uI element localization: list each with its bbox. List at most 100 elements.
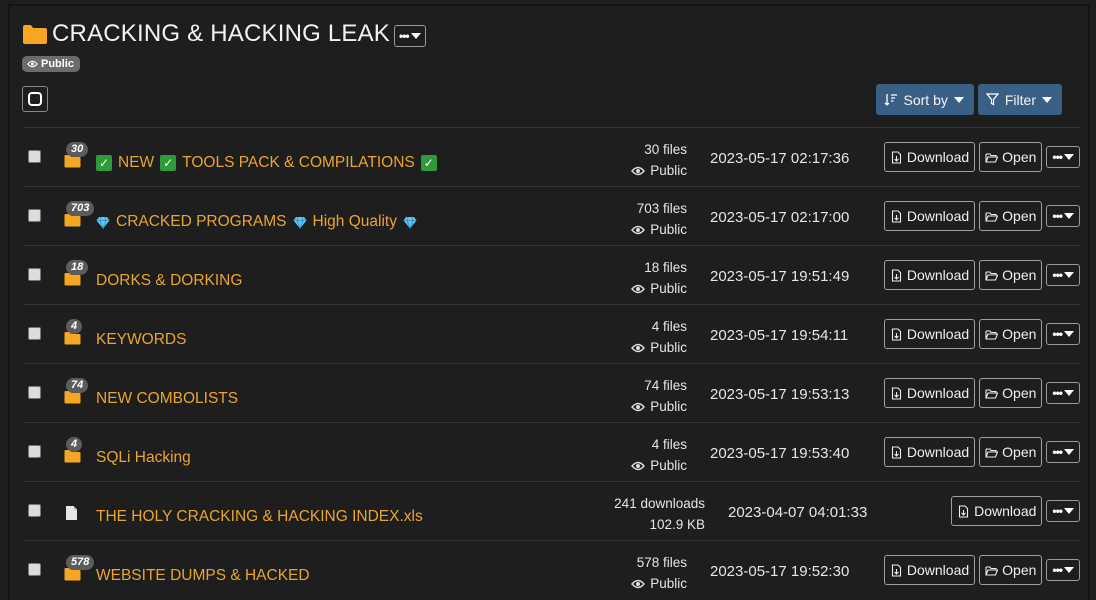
row-options-button[interactable]: ••• xyxy=(1046,500,1080,522)
item-count-badge: 578 xyxy=(66,555,95,570)
open-button[interactable]: Open xyxy=(979,201,1043,231)
filter-label: Filter xyxy=(1004,91,1036,108)
download-icon xyxy=(891,445,901,459)
download-icon xyxy=(891,209,901,223)
item-count-badge: 4 xyxy=(66,319,83,334)
row-checkbox[interactable] xyxy=(28,504,41,517)
item-meta: 74 files Public xyxy=(631,375,687,417)
file-count: 578 files xyxy=(636,555,687,570)
visibility-label: Public xyxy=(650,399,687,414)
caret-down-icon xyxy=(410,32,421,39)
open-button[interactable]: Open xyxy=(979,378,1043,408)
row-options-button[interactable]: ••• xyxy=(1046,559,1080,581)
row-checkbox[interactable] xyxy=(28,386,41,399)
row-actions: Download Open ••• xyxy=(883,319,1080,349)
filter-icon xyxy=(985,93,999,106)
download-label: Download xyxy=(906,208,970,224)
item-count-badge: 703 xyxy=(66,201,95,216)
folder-open-icon xyxy=(985,447,999,458)
item-meta: 241 downloads 102.9 KB xyxy=(614,493,705,535)
file-count: 4 files xyxy=(651,437,687,452)
check-mark-icon: ✓ xyxy=(96,155,112,171)
folder-link[interactable]: WEBSITE DUMPS & HACKED xyxy=(96,567,310,585)
row-checkbox[interactable] xyxy=(28,445,41,458)
row-actions: Download Open ••• xyxy=(883,142,1080,172)
row-options-button[interactable]: ••• xyxy=(1046,264,1080,286)
folder-options-button[interactable]: ••• xyxy=(394,24,426,47)
eye-icon xyxy=(27,60,38,68)
folder-open-icon xyxy=(985,565,999,576)
item-count-badge: 4 xyxy=(66,437,83,452)
open-button[interactable]: Open xyxy=(979,142,1043,172)
filter-button[interactable]: Filter xyxy=(977,84,1062,115)
row-checkbox[interactable] xyxy=(28,209,41,222)
download-icon xyxy=(959,504,969,518)
visibility: Public xyxy=(631,278,687,299)
folder-open-icon xyxy=(985,329,999,340)
download-label: Download xyxy=(906,326,970,342)
item-meta: 4 files Public xyxy=(631,316,687,358)
checkbox-square-icon xyxy=(28,92,42,106)
item-list: 30 ✓ NEW ✓ TOOLS PACK & COMPILATIONS ✓ 3… xyxy=(24,127,1080,599)
file-link[interactable]: THE HOLY CRACKING & HACKING INDEX.xls xyxy=(96,508,423,526)
more-icon: ••• xyxy=(1052,268,1063,282)
list-item: 703 CRACKED PROGRAMS High Quality 703 fi… xyxy=(24,186,1080,245)
row-options-button[interactable]: ••• xyxy=(1046,382,1080,404)
open-button[interactable]: Open xyxy=(979,437,1043,467)
row-checkbox[interactable] xyxy=(28,268,41,281)
row-options-button[interactable]: ••• xyxy=(1046,205,1080,227)
download-button[interactable]: Download xyxy=(883,260,976,290)
visibility-label: Public xyxy=(650,281,687,296)
caret-down-icon xyxy=(953,96,964,103)
open-button[interactable]: Open xyxy=(979,319,1043,349)
download-button[interactable]: Download xyxy=(883,319,976,349)
eye-icon xyxy=(631,225,646,234)
open-label: Open xyxy=(1002,385,1037,401)
row-options-button[interactable]: ••• xyxy=(1046,441,1080,463)
folder-open-icon xyxy=(985,270,999,281)
list-item: 18 DORKS & DORKING 18 files Public 2023-… xyxy=(24,245,1080,304)
open-button[interactable]: Open xyxy=(979,260,1043,290)
download-button[interactable]: Download xyxy=(883,378,976,408)
visibility-label: Public xyxy=(650,340,687,355)
folder-link[interactable]: SQLi Hacking xyxy=(96,449,191,467)
visibility: Public xyxy=(631,219,687,240)
item-date: 2023-05-17 19:53:13 xyxy=(710,386,850,403)
download-button[interactable]: Download xyxy=(883,201,976,231)
download-button[interactable]: Download xyxy=(951,496,1043,526)
folder-link[interactable]: KEYWORDS xyxy=(96,331,186,349)
check-mark-icon: ✓ xyxy=(420,155,437,171)
row-checkbox[interactable] xyxy=(28,150,41,163)
row-checkbox[interactable] xyxy=(28,563,41,576)
download-button[interactable]: Download xyxy=(883,555,976,585)
folder-link[interactable]: DORKS & DORKING xyxy=(96,272,242,290)
visibility: Public xyxy=(631,573,687,594)
download-icon xyxy=(891,268,901,282)
folder-link[interactable]: NEW COMBOLISTS xyxy=(96,390,238,408)
caret-down-icon xyxy=(1064,449,1074,455)
open-button[interactable]: Open xyxy=(979,555,1043,585)
download-icon xyxy=(891,327,901,341)
item-date: 2023-05-17 19:53:40 xyxy=(710,445,850,462)
folder-link[interactable]: ✓ NEW ✓ TOOLS PACK & COMPILATIONS ✓ xyxy=(96,154,437,172)
folder-link[interactable]: CRACKED PROGRAMS High Quality xyxy=(96,213,417,231)
row-actions: Download Open ••• xyxy=(883,555,1080,585)
page-title: CRACKING & HACKING LEAK xyxy=(52,20,391,47)
row-options-button[interactable]: ••• xyxy=(1046,146,1080,168)
sort-button[interactable]: Sort by xyxy=(875,84,974,115)
visibility-label: Public xyxy=(650,163,687,178)
folder-open-icon xyxy=(985,152,999,163)
row-checkbox[interactable] xyxy=(28,327,41,340)
eye-icon xyxy=(631,461,646,470)
gem-icon xyxy=(96,216,110,229)
caret-down-icon xyxy=(1064,508,1074,514)
row-options-button[interactable]: ••• xyxy=(1046,323,1080,345)
list-item: 578 WEBSITE DUMPS & HACKED 578 files Pub… xyxy=(24,540,1080,599)
select-all-checkbox[interactable] xyxy=(22,86,48,112)
eye-icon xyxy=(631,166,646,175)
more-icon: ••• xyxy=(1052,563,1063,577)
download-button[interactable]: Download xyxy=(883,437,976,467)
visibility: Public xyxy=(631,396,687,417)
download-button[interactable]: Download xyxy=(883,142,976,172)
more-icon: ••• xyxy=(1052,327,1063,341)
